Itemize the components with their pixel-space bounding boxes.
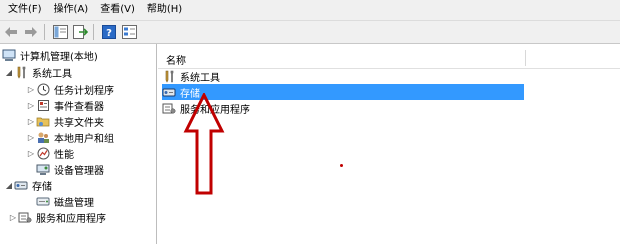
tree-item-label: 计算机管理(本地)	[20, 51, 98, 63]
list-item-system-tools[interactable]: 系统工具	[162, 68, 524, 84]
annotation-arrow	[183, 93, 225, 195]
tree-item-storage[interactable]: ◢ 存储	[4, 177, 52, 193]
collapsed-chevron-icon[interactable]: ▷	[26, 145, 36, 161]
back-arrow-icon[interactable]	[2, 23, 20, 41]
collapsed-chevron-icon[interactable]: ▷	[8, 209, 18, 225]
collapsed-chevron-icon[interactable]: ▷	[26, 129, 36, 145]
services-icon	[18, 210, 32, 224]
menu-action[interactable]: 操作(A)	[48, 0, 95, 20]
computer-icon	[2, 48, 16, 62]
tree-item-label: 本地用户和组	[54, 133, 114, 145]
console-tree-icon[interactable]	[51, 23, 69, 41]
properties-icon[interactable]	[120, 23, 138, 41]
storage-icon	[14, 178, 28, 192]
tree-item-label: 服务和应用程序	[36, 213, 106, 225]
menu-view[interactable]: 查看(V)	[94, 0, 141, 20]
tree-item-label: 任务计划程序	[54, 85, 114, 97]
tree-item-event-viewer[interactable]: ▷ 事件查看器	[26, 97, 104, 113]
services-icon	[162, 101, 176, 115]
performance-icon	[36, 146, 50, 160]
toolbar: ?	[0, 21, 620, 44]
tools-icon	[14, 65, 28, 79]
tree-item-performance[interactable]: ▷ 性能	[26, 145, 74, 161]
tree-item-label: 磁盘管理	[54, 197, 94, 209]
svg-text:?: ?	[106, 28, 112, 39]
toolbar-separator	[44, 24, 45, 40]
tree-item-shared-folders[interactable]: ▷ 共享文件夹	[26, 113, 104, 129]
users-icon	[36, 130, 50, 144]
tree-item-services-apps[interactable]: ▷ 服务和应用程序	[8, 209, 106, 225]
expanded-chevron-icon[interactable]: ◢	[4, 64, 14, 80]
collapsed-chevron-icon[interactable]: ▷	[26, 81, 36, 97]
tree-item-label: 系统工具	[32, 68, 72, 80]
collapsed-chevron-icon[interactable]: ▷	[26, 113, 36, 129]
help-icon[interactable]: ?	[100, 23, 118, 41]
column-header-label: 名称	[166, 56, 186, 67]
list-item-label: 系统工具	[180, 72, 220, 84]
tree-item-root[interactable]: 计算机管理(本地)	[2, 47, 98, 63]
tree-item-device-manager[interactable]: 设备管理器	[36, 161, 104, 177]
menu-file[interactable]: 文件(F)	[0, 0, 48, 20]
tools-icon	[162, 69, 176, 83]
shared-folder-icon	[36, 114, 50, 128]
console-tree: 计算机管理(本地) ◢ 系统工具 ▷ 任务计划程序 ▷ 事件查看器 ▷ 共享文件…	[0, 44, 157, 244]
tree-item-task-scheduler[interactable]: ▷ 任务计划程序	[26, 81, 114, 97]
menu-bar: 文件(F) 操作(A) 查看(V) 帮助(H)	[0, 0, 620, 21]
column-header-name[interactable]: 名称	[158, 48, 620, 69]
tree-item-label: 存储	[32, 181, 52, 193]
tree-item-system-tools[interactable]: ◢ 系统工具	[4, 64, 72, 80]
clock-icon	[36, 82, 50, 96]
disk-icon	[36, 194, 50, 208]
tree-item-local-users[interactable]: ▷ 本地用户和组	[26, 129, 114, 145]
export-icon[interactable]	[71, 23, 89, 41]
event-log-icon	[36, 98, 50, 112]
tree-item-label: 事件查看器	[54, 101, 104, 113]
expanded-chevron-icon[interactable]: ◢	[4, 177, 14, 193]
tree-item-label: 共享文件夹	[54, 117, 104, 129]
menu-help[interactable]: 帮助(H)	[141, 0, 188, 20]
toolbar-separator	[93, 24, 94, 40]
results-pane: 名称 系统工具 存储 服务和应用程序	[158, 44, 620, 244]
forward-arrow-icon[interactable]	[22, 23, 40, 41]
annotation-dot	[340, 164, 343, 167]
column-separator[interactable]	[525, 50, 526, 66]
tree-item-label: 性能	[54, 149, 74, 161]
collapsed-chevron-icon[interactable]: ▷	[26, 97, 36, 113]
device-manager-icon	[36, 162, 50, 176]
tree-item-label: 设备管理器	[54, 165, 104, 177]
tree-item-disk-management[interactable]: 磁盘管理	[36, 193, 94, 209]
storage-icon	[162, 85, 176, 99]
